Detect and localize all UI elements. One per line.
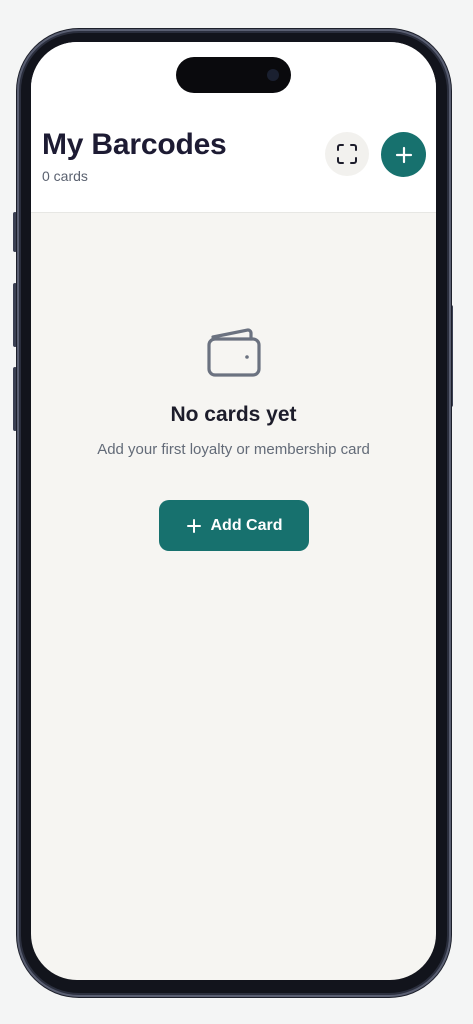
add-card-button[interactable]: Add Card (159, 500, 309, 551)
scan-button[interactable] (325, 132, 369, 176)
plus-icon (394, 145, 414, 165)
dynamic-island (176, 57, 291, 93)
empty-state: No cards yet Add your first loyalty or m… (31, 327, 436, 458)
wallet-icon (31, 327, 436, 379)
scan-frame-icon (336, 143, 358, 165)
card-count: 0 cards (42, 168, 88, 184)
camera-icon (267, 69, 279, 81)
empty-state-description: Add your first loyalty or membership car… (97, 441, 370, 458)
page: My Barcodes 0 cards No cards yet Add you… (0, 0, 473, 1024)
plus-icon (186, 518, 202, 534)
phone-screen: My Barcodes 0 cards No cards yet Add you… (31, 42, 436, 980)
add-card-header-button[interactable] (381, 132, 426, 177)
add-card-button-label: Add Card (210, 516, 283, 534)
page-title: My Barcodes (42, 128, 227, 161)
empty-state-title: No cards yet (170, 403, 297, 426)
